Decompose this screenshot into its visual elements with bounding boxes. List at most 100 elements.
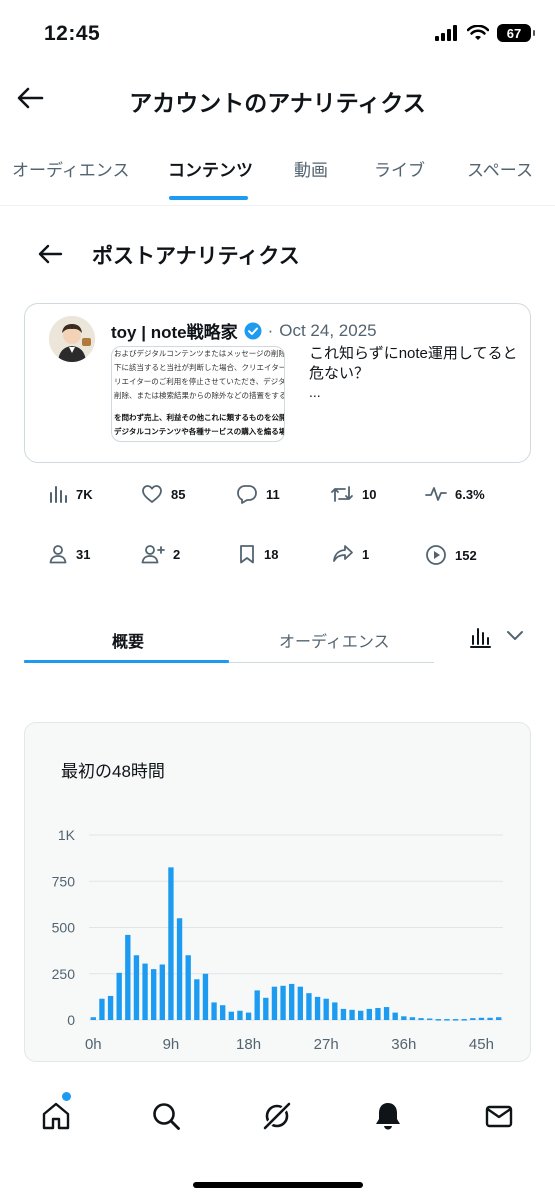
tab-sub-audience[interactable]: オーディエンス: [279, 628, 390, 652]
chart-bar[interactable]: [401, 1016, 407, 1020]
chart-bar[interactable]: [116, 972, 122, 1020]
signal-icon: [435, 25, 457, 41]
chart-bar[interactable]: [211, 1002, 217, 1020]
tab-video[interactable]: 動画: [294, 156, 328, 181]
metric-shares[interactable]: 1: [332, 544, 369, 564]
chart-bar[interactable]: [194, 979, 200, 1020]
metric-replies[interactable]: 11: [236, 484, 280, 504]
chart-bar[interactable]: [392, 1012, 398, 1020]
chart-bar[interactable]: [452, 1019, 459, 1021]
top-tab-bar: オーディエンス コンテンツ 動画 ライブ スペース: [0, 140, 555, 206]
chart-bar[interactable]: [107, 995, 114, 1020]
post-thumbnail[interactable]: およびデジタルコンテンツまたはメッセージの削除 下に該当すると当社が判断した場合…: [111, 346, 285, 442]
search-icon: [153, 1103, 180, 1130]
engagement-icon: [425, 487, 447, 501]
chart-bar[interactable]: [228, 1011, 234, 1020]
chart-bar[interactable]: [176, 918, 183, 1020]
chart-bar[interactable]: [383, 1007, 390, 1020]
grok-icon: [261, 1100, 293, 1132]
nav-messages[interactable]: [481, 1098, 517, 1134]
chart-bar[interactable]: [435, 1019, 441, 1021]
share-icon: [333, 545, 353, 562]
chart-bar[interactable]: [427, 1018, 433, 1021]
nav-home[interactable]: [38, 1098, 74, 1134]
chart-bar[interactable]: [245, 1012, 252, 1020]
metric-reposts[interactable]: 10: [330, 484, 376, 504]
chart-bar[interactable]: [349, 1009, 355, 1020]
nav-search[interactable]: [148, 1098, 184, 1134]
post-analytics-back-button[interactable]: [34, 238, 66, 270]
tab-spaces[interactable]: スペース: [467, 156, 533, 181]
chart-bar[interactable]: [168, 867, 174, 1020]
metric-profile-value: 31: [76, 546, 91, 562]
avatar[interactable]: [49, 316, 95, 362]
tab-content[interactable]: コンテンツ: [168, 156, 253, 181]
chart-bar[interactable]: [340, 1008, 347, 1020]
chart-bar[interactable]: [332, 1002, 338, 1020]
chart-bar[interactable]: [125, 934, 131, 1020]
chart-bar[interactable]: [220, 1005, 226, 1020]
metric-reposts-value: 10: [362, 486, 377, 502]
reply-icon: [237, 485, 257, 504]
thumbnail-text-line: 削除、または検索結果からの除外などの措置をするこ: [114, 391, 284, 400]
chart-type-button[interactable]: [469, 626, 491, 653]
metric-shares-value: 1: [362, 546, 370, 562]
chart-bar[interactable]: [202, 973, 209, 1020]
metric-plays-value: 152: [455, 547, 477, 563]
metric-bookmarks[interactable]: 18: [238, 544, 278, 564]
nav-grok[interactable]: [259, 1098, 295, 1134]
chart-bar[interactable]: [90, 1017, 96, 1020]
bottom-navigation: [0, 1082, 555, 1152]
chart-bar[interactable]: [487, 1017, 493, 1020]
chart-bar[interactable]: [185, 955, 191, 1020]
chart-bar[interactable]: [306, 993, 312, 1020]
chart-bar[interactable]: [289, 983, 295, 1020]
chart-bar[interactable]: [271, 986, 278, 1020]
follow-icon: [141, 545, 165, 564]
chart-bar[interactable]: [444, 1019, 450, 1021]
chart-bar[interactable]: [263, 997, 269, 1020]
chart-bar[interactable]: [314, 996, 321, 1020]
chart-bar[interactable]: [323, 998, 329, 1020]
bell-icon: [376, 1103, 400, 1130]
metric-video-plays[interactable]: 152: [425, 544, 477, 566]
author-name[interactable]: toy | note戦略家: [111, 318, 238, 343]
metric-likes[interactable]: 85: [141, 484, 185, 504]
chart-bar[interactable]: [159, 964, 165, 1021]
chart-bar[interactable]: [99, 998, 105, 1020]
chart-bar[interactable]: [470, 1018, 476, 1020]
x-tick-label: 18h: [236, 1036, 261, 1053]
tab-live[interactable]: ライブ: [374, 156, 425, 181]
chart-bar[interactable]: [478, 1017, 485, 1020]
chart-bar[interactable]: [254, 990, 260, 1020]
thumbnail-spacer: [112, 403, 284, 411]
metric-views[interactable]: 7K: [48, 484, 93, 504]
analytics-sub-tabs: 概要 オーディエンス: [24, 616, 531, 666]
post-card[interactable]: toy | note戦略家 · Oct 24, 2025 およびデジタルコンテン…: [24, 303, 531, 463]
chart-bar[interactable]: [297, 986, 303, 1020]
chart-options-dropdown[interactable]: [505, 628, 525, 647]
home-icon: [42, 1102, 70, 1130]
views-icon: [50, 486, 67, 503]
metric-profile-visits[interactable]: 31: [48, 544, 90, 564]
chart-bar[interactable]: [461, 1019, 467, 1021]
chart-bar[interactable]: [375, 1007, 381, 1020]
tab-audience[interactable]: オーディエンス: [12, 156, 129, 181]
chart-bar[interactable]: [237, 1010, 243, 1020]
metric-engagement-rate[interactable]: 6.3%: [425, 484, 485, 504]
chart-bar[interactable]: [496, 1017, 502, 1020]
post-analytics-header: ポストアナリティクス: [0, 232, 555, 276]
wifi-icon: [467, 25, 489, 40]
chart-bar[interactable]: [358, 1010, 364, 1020]
chart-bar[interactable]: [142, 963, 148, 1020]
chart-bar[interactable]: [151, 969, 157, 1020]
chart-bar[interactable]: [418, 1018, 424, 1020]
tab-overview[interactable]: 概要: [112, 628, 144, 652]
chart-bar[interactable]: [366, 1008, 372, 1020]
chart-bar[interactable]: [409, 1017, 416, 1020]
chart-bar[interactable]: [133, 955, 140, 1020]
nav-notifications[interactable]: [370, 1098, 406, 1134]
metric-engagement-value: 6.3%: [455, 486, 485, 502]
metric-follows[interactable]: 2: [141, 544, 180, 564]
chart-bar[interactable]: [280, 985, 286, 1020]
